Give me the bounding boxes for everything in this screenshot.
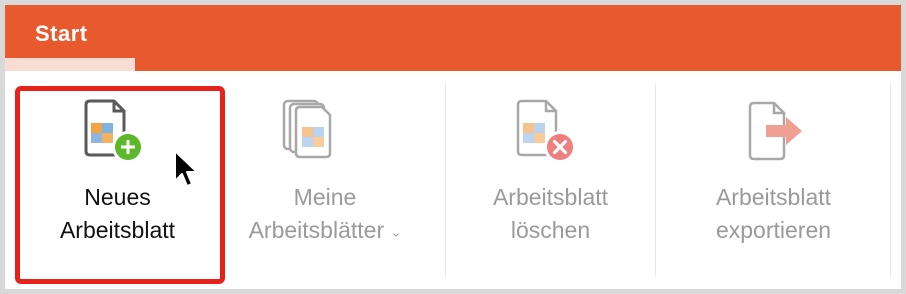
worksheet-export-icon (748, 101, 802, 161)
delete-worksheet-button[interactable]: Arbeitsblatt löschen (446, 71, 655, 289)
toolbar-separator (890, 83, 891, 277)
export-worksheet-button[interactable]: Arbeitsblatt exportieren (656, 71, 891, 289)
worksheet-delete-icon (516, 99, 576, 163)
mouse-pointer-icon (174, 150, 198, 187)
tab-active-indicator (5, 58, 135, 71)
export-worksheet-label: Arbeitsblatt exportieren (715, 184, 832, 243)
chevron-down-icon: ⌄ (390, 224, 402, 240)
tab-start-label: Start (35, 21, 88, 46)
ribbon-toolbar: Neues Arbeitsblatt Meine Arbeitsblätter … (5, 71, 901, 289)
my-worksheets-button[interactable]: Meine Arbeitsblätter ⌄ (220, 71, 430, 289)
delete-worksheet-label: Arbeitsblatt löschen (492, 184, 609, 243)
worksheet-stack-icon (282, 99, 332, 159)
my-worksheets-label: Meine Arbeitsblätter ⌄ (248, 184, 402, 243)
tab-start[interactable]: Start (5, 5, 135, 71)
app-window: Start Neues Arbeitsblatt Meine Arbeitsbl… (0, 0, 906, 294)
ribbon-tab-bar: Start (5, 5, 901, 71)
